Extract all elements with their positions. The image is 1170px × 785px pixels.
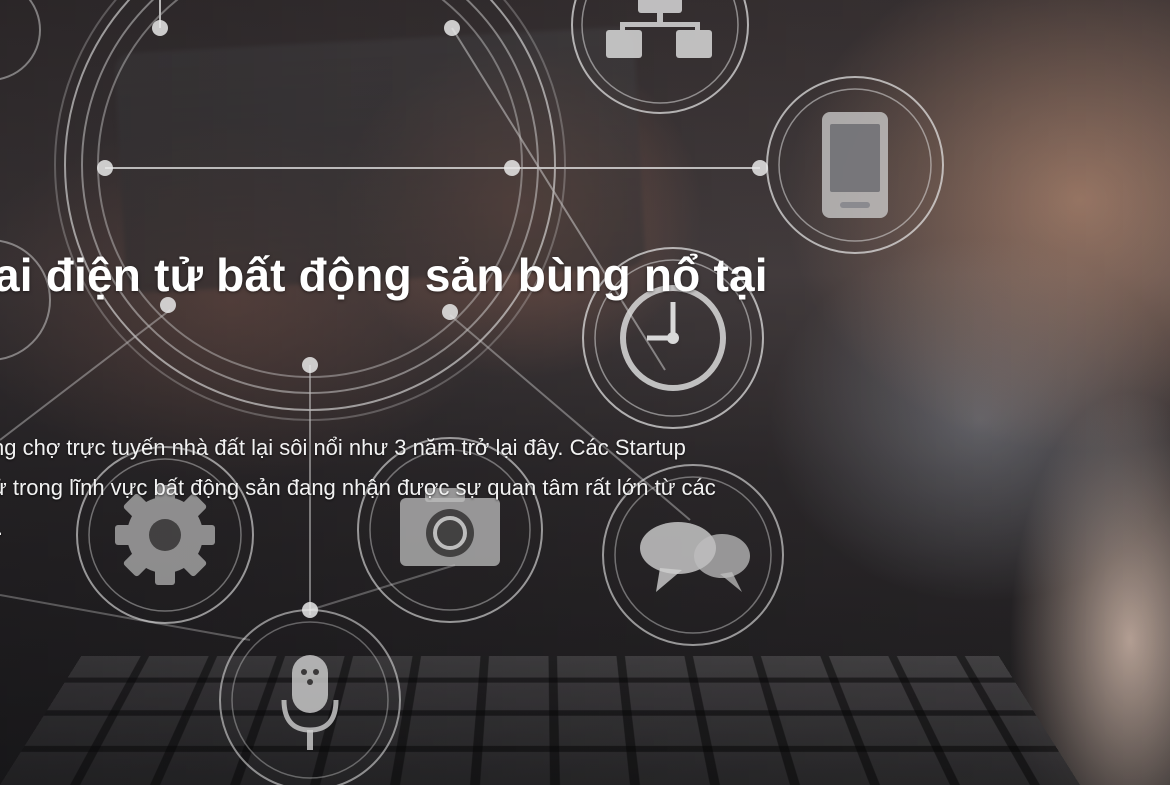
sitemap-icon [571, 0, 749, 114]
article-title: ai điện tử bất động sản bùng nổ tại [0, 249, 768, 301]
description-line: ử trong lĩnh vực bất động sản đang nhận … [0, 475, 716, 500]
description-line: ng chợ trực tuyến nhà đất lại sôi nổi nh… [0, 435, 686, 460]
hero-banner: ai điện tử bất động sản bùng nổ tại ng c… [0, 0, 1170, 785]
article-description: ng chợ trực tuyến nhà đất lại sôi nổi nh… [0, 428, 892, 548]
description-line: i. [0, 508, 892, 548]
technology-network-graphic [0, 0, 944, 785]
microphone-icon [219, 609, 401, 785]
mobile-phone-icon [766, 76, 944, 254]
